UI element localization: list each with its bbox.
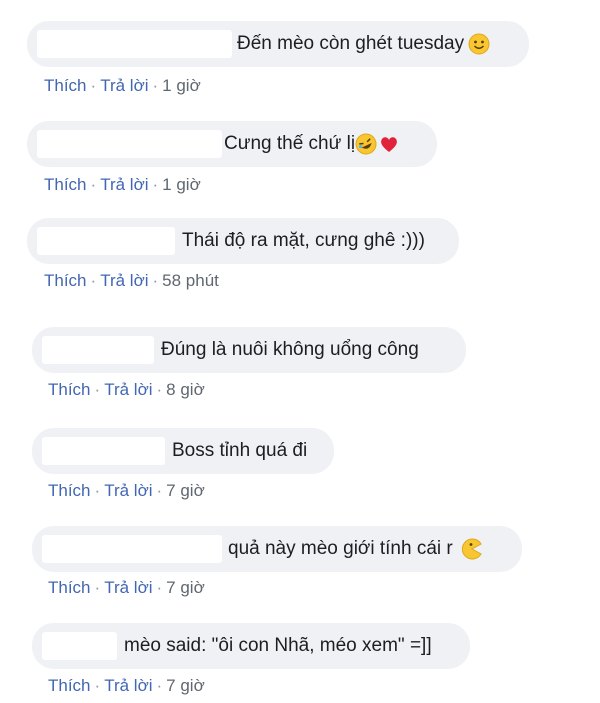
comment-bubble: mèo said: "ôi con Nhã, méo xem" =]] (32, 623, 470, 669)
redacted-author-name (42, 632, 117, 660)
comment-text: Cưng thế chứ lị (224, 121, 400, 167)
reply-link[interactable]: Trả lời (104, 676, 152, 695)
heart-emoji (381, 137, 397, 152)
redacted-author-name (37, 130, 222, 158)
pacman-emoji (461, 538, 482, 560)
smile-emoji (468, 33, 490, 55)
like-link[interactable]: Thích (44, 271, 87, 290)
redacted-author-name (37, 30, 232, 58)
redacted-author-name (42, 336, 154, 364)
reply-link[interactable]: Trả lời (100, 76, 148, 95)
comment-actions: Thích · Trả lời · 7 giờ (48, 481, 205, 500)
rofl-emoji (355, 133, 377, 155)
like-link[interactable]: Thích (44, 76, 87, 95)
comment-text: Boss tỉnh quá đi (172, 440, 308, 461)
comment-bubble: Cưng thế chứ lị (27, 121, 437, 167)
comment-text: Thái độ ra mặt, cưng ghê :))) (182, 230, 425, 251)
comment-bubble: Boss tỉnh quá đi (32, 428, 334, 474)
like-link[interactable]: Thích (48, 578, 91, 597)
comment-actions: Thích · Trả lời · 8 giờ (48, 380, 205, 399)
comment-time: 1 giờ (162, 175, 201, 194)
comment-actions: Thích · Trả lời · 1 giờ (44, 76, 201, 95)
comment-bubble: Thái độ ra mặt, cưng ghê :))) (27, 218, 459, 264)
comment-time: 8 giờ (166, 380, 205, 399)
comment-bubble: quả này mèo giới tính cái r (32, 526, 522, 572)
comment-text: mèo said: "ôi con Nhã, méo xem" =]] (124, 635, 432, 656)
reply-link[interactable]: Trả lời (104, 481, 152, 500)
comment-text: Đến mèo còn ghét tuesday (237, 21, 490, 67)
reply-link[interactable]: Trả lời (104, 380, 152, 399)
like-link[interactable]: Thích (48, 481, 91, 500)
like-link[interactable]: Thích (48, 676, 91, 695)
reply-link[interactable]: Trả lời (100, 271, 148, 290)
comment-time: 58 phút (162, 271, 219, 290)
like-link[interactable]: Thích (44, 175, 87, 194)
comment-bubble: Đến mèo còn ghét tuesday (27, 21, 529, 67)
reply-link[interactable]: Trả lời (100, 175, 148, 194)
redacted-author-name (42, 437, 165, 465)
redacted-author-name (42, 535, 222, 563)
comment-time: 7 giờ (166, 481, 205, 500)
redacted-author-name (37, 227, 175, 255)
comment-time: 1 giờ (162, 76, 201, 95)
reply-link[interactable]: Trả lời (104, 578, 152, 597)
comment-actions: Thích · Trả lời · 1 giờ (44, 175, 201, 194)
comment-actions: Thích · Trả lời · 7 giờ (48, 676, 205, 695)
comment-actions: Thích · Trả lời · 58 phút (44, 271, 219, 290)
comment-bubble: Đúng là nuôi không uổng công (32, 327, 466, 373)
comment-time: 7 giờ (166, 676, 205, 695)
comment-time: 7 giờ (166, 578, 205, 597)
comment-text: quả này mèo giới tính cái r (228, 526, 483, 572)
like-link[interactable]: Thích (48, 380, 91, 399)
comment-text: Đúng là nuôi không uổng công (161, 339, 419, 360)
comment-actions: Thích · Trả lời · 7 giờ (48, 578, 205, 597)
